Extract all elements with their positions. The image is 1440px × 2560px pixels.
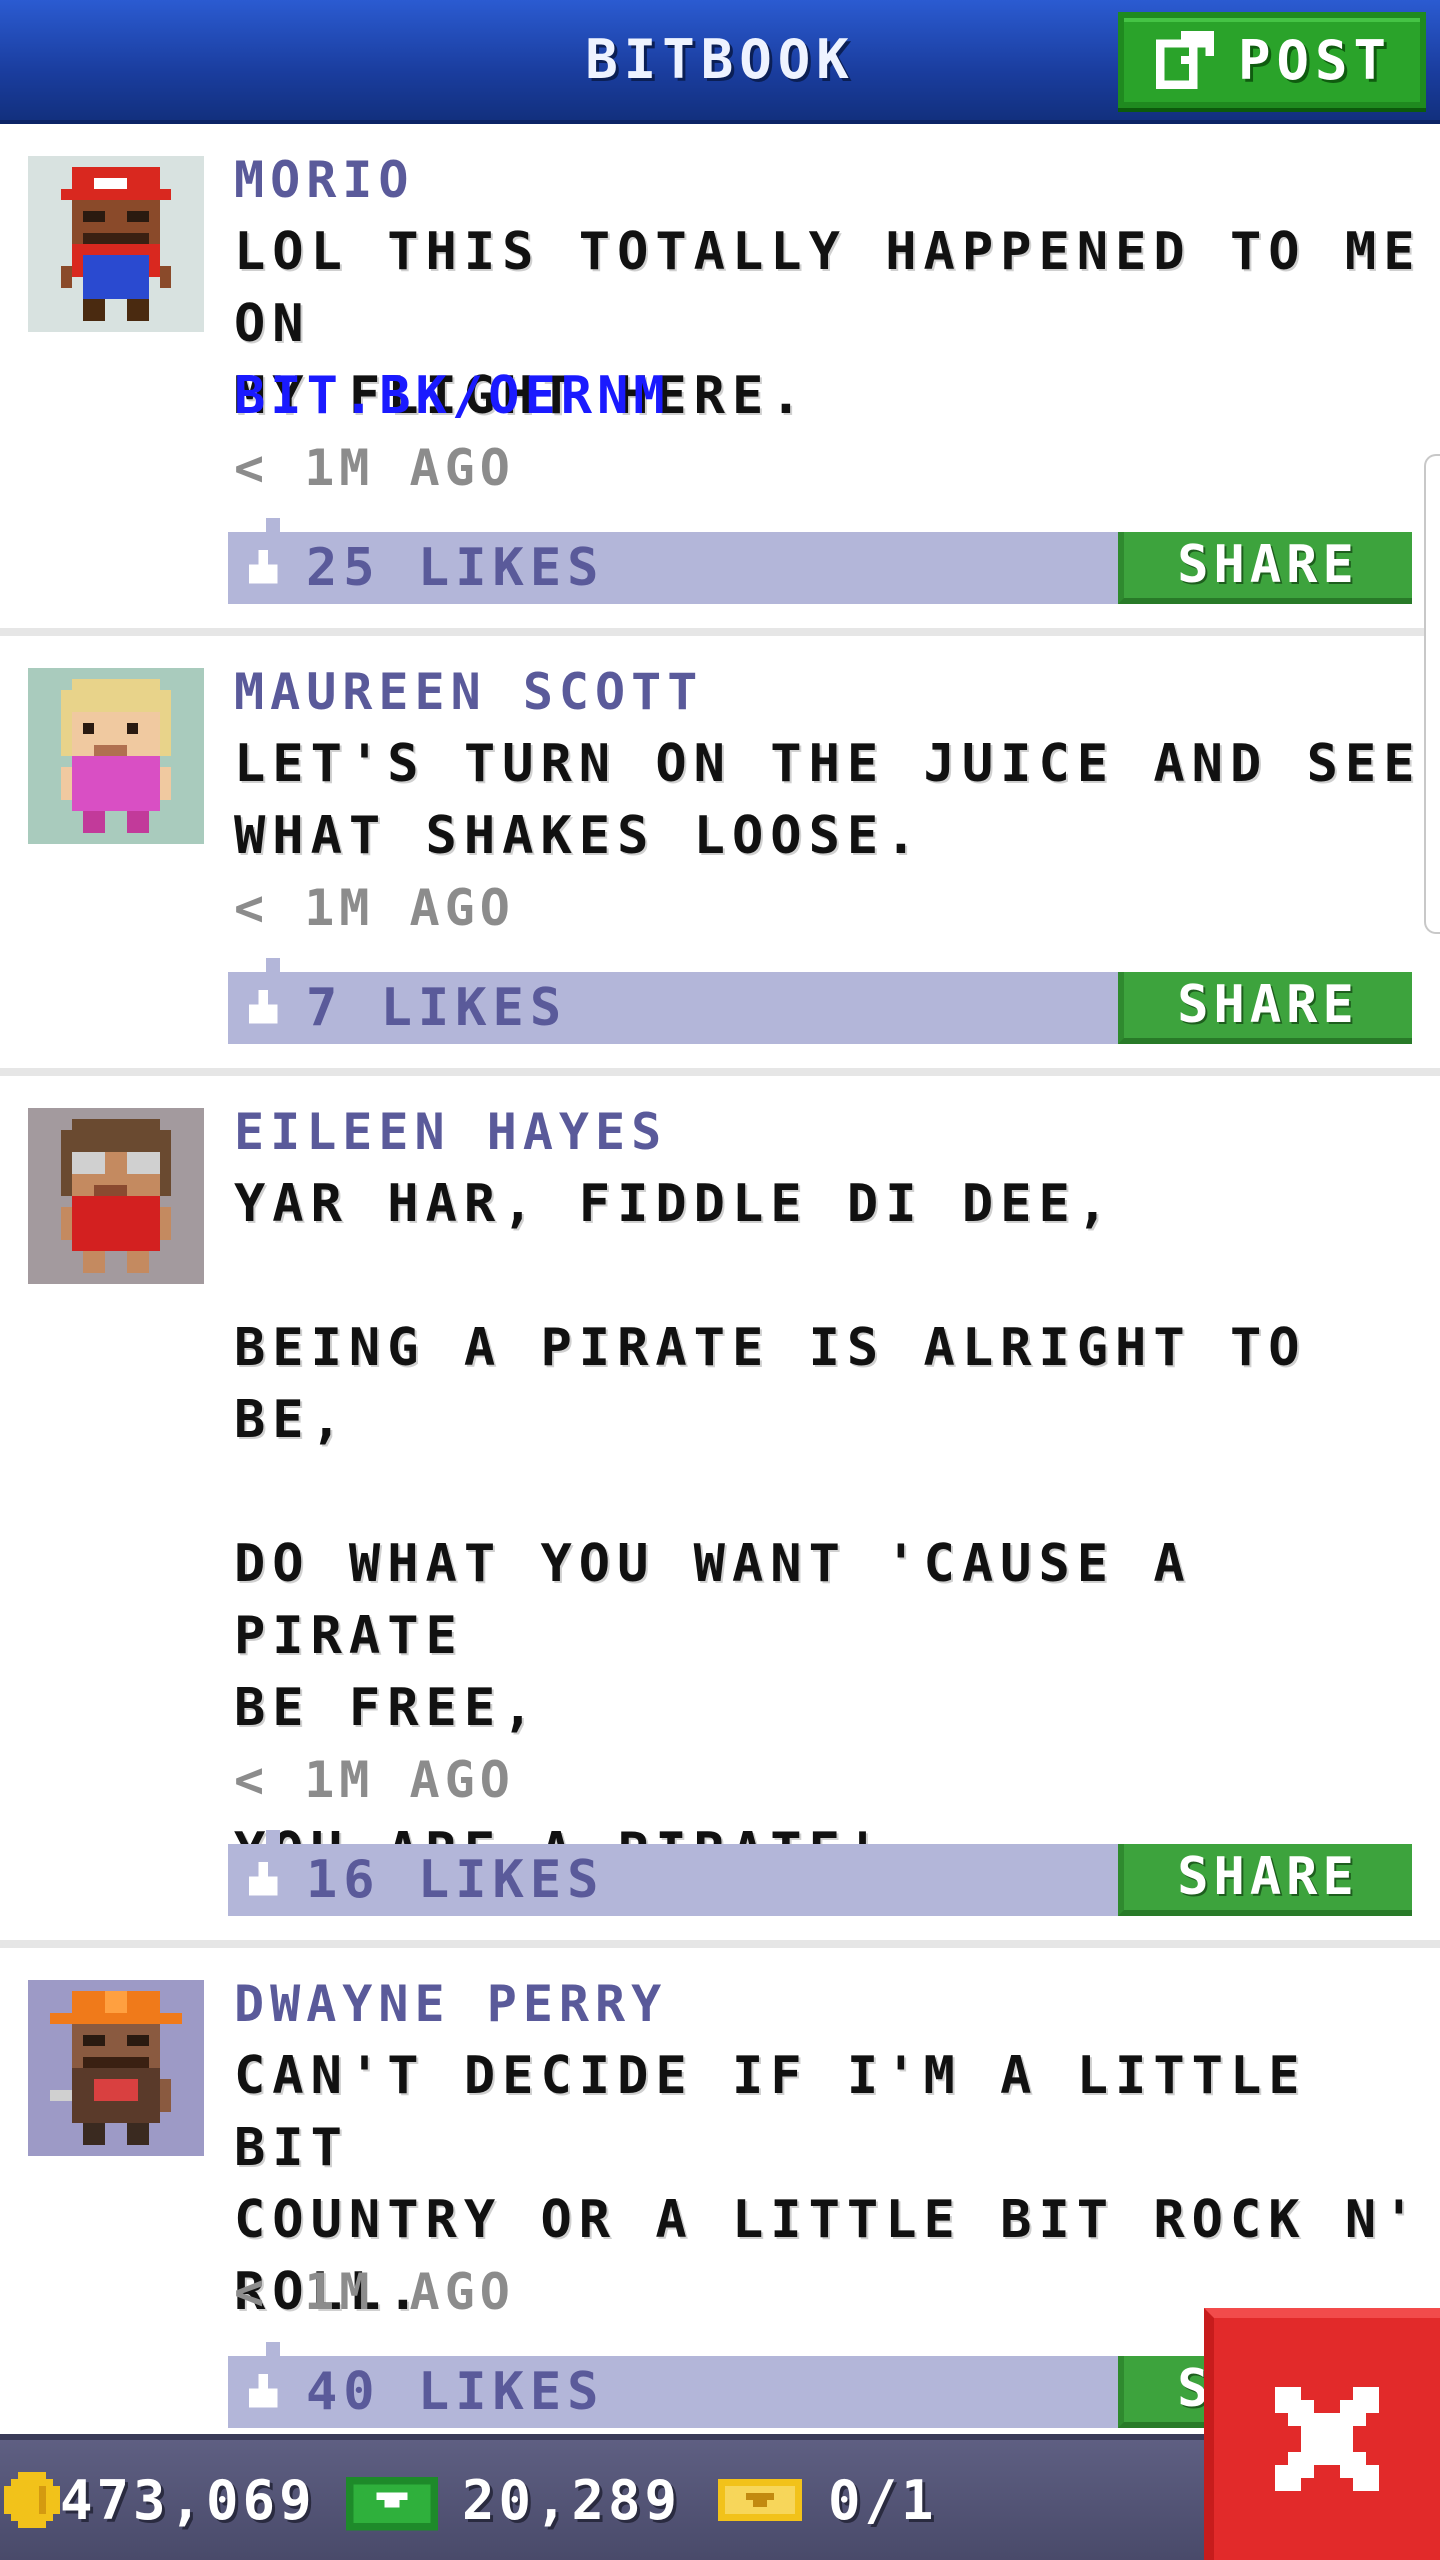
ticket-icon	[718, 2479, 802, 2521]
divider	[0, 628, 1440, 636]
close-button[interactable]	[1204, 2308, 1440, 2560]
avatar-glasses-icon	[61, 1119, 171, 1273]
feed-post: MAUREEN SCOTT LET'S TURN ON THE JUICE AN…	[0, 636, 1440, 1068]
post-author[interactable]: EILEEN HAYES	[234, 1096, 667, 1168]
avatar[interactable]	[28, 156, 204, 332]
like-bar: 25 LIKES SHARE	[228, 518, 1412, 604]
avatar[interactable]	[28, 1980, 204, 2156]
avatar-plumber-icon	[61, 167, 171, 321]
thumbs-up-icon[interactable]	[244, 1862, 282, 1900]
like-count: 16 LIKES	[306, 1850, 605, 1910]
coin-icon	[4, 2472, 60, 2528]
feed-list[interactable]: MORIO LOL THIS TOTALLY HAPPENED TO ME ON…	[0, 124, 1440, 2434]
like-bar: 16 LIKES SHARE	[228, 1830, 1412, 1916]
avatar-scientist-icon	[61, 679, 171, 833]
like-count: 7 LIKES	[306, 978, 568, 1038]
close-icon	[1275, 2387, 1379, 2491]
coins-stat: 473,069	[4, 2440, 316, 2560]
post-link[interactable]: BIT.BK/OERNM	[234, 360, 670, 432]
divider	[0, 1940, 1440, 1948]
post-timestamp: < 1M AGO	[234, 1751, 515, 1809]
share-button[interactable]: SHARE	[1118, 532, 1412, 604]
thumbs-up-icon[interactable]	[244, 550, 282, 588]
post-timestamp: < 1M AGO	[234, 2263, 515, 2321]
post-author[interactable]: MORIO	[234, 144, 415, 216]
post-button[interactable]: POST	[1118, 12, 1426, 108]
share-button[interactable]: SHARE	[1118, 1844, 1412, 1916]
thumbs-up-icon[interactable]	[244, 990, 282, 1028]
tickets-value: 0/1	[828, 2468, 938, 2532]
post-message: LET'S TURN ON THE JUICE AND SEE WHAT SHA…	[234, 734, 1422, 866]
avatar[interactable]	[28, 1108, 204, 1284]
like-bar: 7 LIKES SHARE	[228, 958, 1412, 1044]
bux-icon	[346, 2477, 438, 2531]
top-bar: BITBOOK POST	[0, 0, 1440, 124]
avatar[interactable]	[28, 668, 204, 844]
divider	[0, 1068, 1440, 1076]
tickets-stat: 0/1	[716, 2440, 938, 2560]
scroll-indicator[interactable]	[1424, 454, 1440, 934]
feed-post: MORIO LOL THIS TOTALLY HAPPENED TO ME ON…	[0, 124, 1440, 628]
avatar-construction-worker-icon	[50, 1991, 182, 2145]
feed-post: EILEEN HAYES YAR HAR, FIDDLE DI DEE, BEI…	[0, 1076, 1440, 1940]
post-author[interactable]: MAUREEN SCOTT	[234, 656, 703, 728]
post-timestamp: < 1M AGO	[234, 879, 515, 937]
like-count: 25 LIKES	[306, 538, 605, 598]
compose-icon	[1156, 31, 1214, 89]
post-timestamp: < 1M AGO	[234, 439, 515, 497]
post-button-label: POST	[1237, 28, 1393, 92]
like-count: 40 LIKES	[306, 2362, 605, 2422]
thumbs-up-icon[interactable]	[244, 2374, 282, 2412]
share-button[interactable]: SHARE	[1118, 972, 1412, 1044]
coins-value: 473,069	[60, 2468, 316, 2532]
bux-value: 20,289	[462, 2468, 682, 2532]
post-author[interactable]: DWAYNE PERRY	[234, 1968, 667, 2040]
bux-stat: 20,289	[346, 2440, 681, 2560]
